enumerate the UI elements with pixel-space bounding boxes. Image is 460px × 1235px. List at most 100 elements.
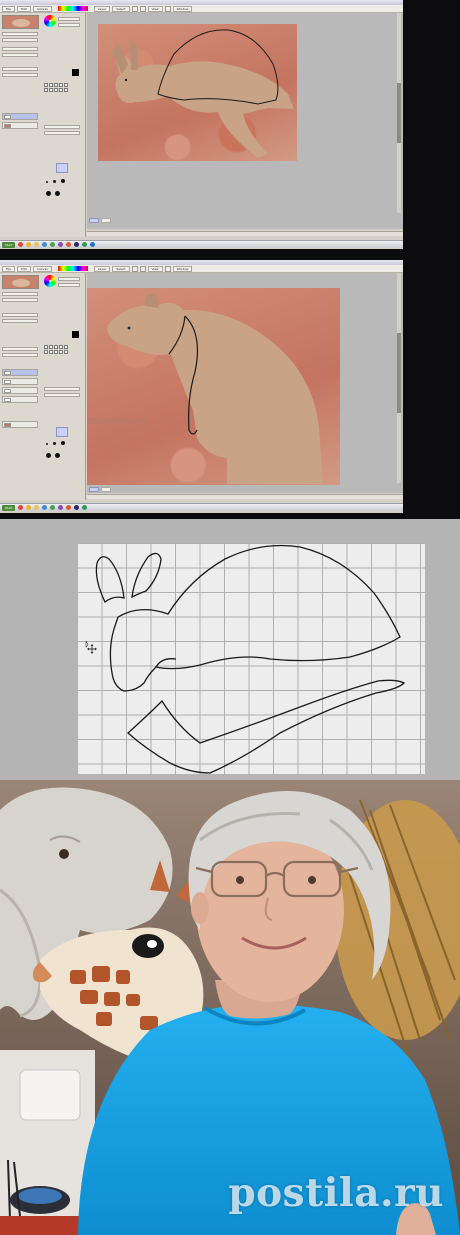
tool-button[interactable] [59, 83, 63, 87]
start-button[interactable]: Start [2, 241, 16, 248]
brush-size-field[interactable] [44, 387, 80, 391]
canvas-tab-active[interactable] [89, 487, 99, 492]
menu-select[interactable]: Select [112, 265, 130, 272]
brush-preview[interactable] [56, 427, 68, 437]
layer-option[interactable] [2, 353, 38, 357]
layer-row[interactable] [2, 396, 38, 403]
layer-row[interactable] [2, 378, 38, 385]
brush-size-dot[interactable] [46, 181, 48, 183]
color-gradient-strip[interactable] [57, 6, 88, 11]
tool-button[interactable] [64, 350, 68, 354]
app-icon[interactable] [50, 505, 56, 510]
brush-size-dot[interactable] [55, 191, 60, 196]
tool-palette[interactable] [44, 83, 68, 92]
brush-density-field[interactable] [44, 393, 80, 397]
tool-button[interactable] [64, 345, 68, 349]
toolbar-button[interactable] [131, 265, 138, 272]
tool-button[interactable] [59, 345, 63, 349]
app-icon[interactable] [82, 505, 88, 510]
menu-window[interactable]: Window [172, 5, 193, 12]
layer-row-photo[interactable] [2, 122, 38, 129]
tool-button[interactable] [44, 88, 48, 92]
tool-button[interactable] [49, 88, 53, 92]
layer-option[interactable] [2, 347, 38, 351]
brush-size-dot[interactable] [61, 441, 65, 445]
tool-button[interactable] [59, 350, 63, 354]
toolbar-button[interactable] [164, 265, 171, 272]
navigator-thumbnail[interactable] [2, 275, 39, 289]
tool-button[interactable] [59, 88, 63, 92]
menu-file[interactable]: File [2, 5, 16, 12]
app-icon[interactable] [58, 242, 64, 247]
paint-tool-icon[interactable] [74, 242, 80, 247]
brush-size-field[interactable] [44, 125, 80, 129]
color-slider[interactable] [58, 23, 80, 27]
toolbar-button[interactable] [131, 5, 138, 12]
folder-icon[interactable] [34, 505, 40, 510]
app-icon[interactable] [90, 242, 96, 247]
tool-button[interactable] [54, 345, 58, 349]
menu-edit[interactable]: Edit [17, 265, 31, 272]
layer-row-outline[interactable] [2, 369, 38, 376]
toolbar-button[interactable] [139, 5, 146, 12]
rotate-field[interactable] [2, 298, 38, 302]
layer-option[interactable] [2, 67, 38, 71]
opacity-slider[interactable] [2, 47, 38, 51]
tool-button[interactable] [44, 350, 48, 354]
navigator-thumbnail[interactable] [2, 15, 39, 29]
brush-density-field[interactable] [44, 131, 80, 135]
menu-edit[interactable]: Edit [17, 5, 31, 12]
layer-row[interactable] [2, 387, 38, 394]
primary-color-swatch[interactable] [72, 331, 79, 338]
menu-select[interactable]: Select [112, 5, 130, 12]
canvas-tab-active[interactable] [89, 218, 99, 223]
vertical-scrollbar[interactable] [397, 13, 401, 213]
canvas-area[interactable] [87, 273, 403, 493]
tool-button[interactable] [49, 83, 53, 87]
menu-view[interactable]: View [147, 265, 163, 272]
menu-canvas[interactable]: Canvas [32, 5, 52, 12]
tool-palette[interactable] [44, 345, 68, 354]
paint-tool-icon[interactable] [74, 505, 80, 510]
tool-button[interactable] [54, 88, 58, 92]
canvas-tab[interactable] [101, 218, 111, 223]
app-icon[interactable] [82, 242, 88, 247]
canvas-tab[interactable] [101, 487, 111, 492]
canvas-area[interactable] [87, 13, 403, 229]
tool-button[interactable] [54, 83, 58, 87]
brush-preview[interactable] [56, 163, 68, 173]
menu-window[interactable]: Window [172, 265, 193, 272]
brush-size-dot[interactable] [46, 191, 51, 196]
vertical-scrollbar[interactable] [397, 273, 401, 483]
menu-file[interactable]: File [2, 265, 16, 272]
brush-size-dot[interactable] [53, 180, 56, 183]
brush-size-dot[interactable] [53, 442, 56, 445]
app-icon[interactable] [50, 242, 56, 247]
color-slider[interactable] [58, 277, 80, 281]
color-slider[interactable] [58, 283, 80, 287]
zoom-field[interactable] [2, 32, 38, 36]
toolbar-button[interactable] [164, 5, 171, 12]
tool-button[interactable] [64, 88, 68, 92]
browser-icon[interactable] [26, 242, 32, 247]
primary-color-swatch[interactable] [72, 69, 79, 76]
brush-size-dot[interactable] [46, 443, 48, 445]
menu-view[interactable]: View [147, 5, 163, 12]
brush-size-dot[interactable] [61, 179, 65, 183]
app-icon[interactable] [58, 505, 64, 510]
brush-size-dot[interactable] [46, 453, 51, 458]
color-wheel-icon[interactable] [44, 15, 56, 27]
layer-row-photo[interactable] [2, 421, 38, 428]
app-icon[interactable] [42, 505, 48, 510]
tool-button[interactable] [49, 345, 53, 349]
blend-mode-select[interactable] [2, 319, 38, 323]
brush-size-dot[interactable] [55, 453, 60, 458]
browser-icon[interactable] [18, 505, 24, 510]
app-icon[interactable] [66, 242, 72, 247]
app-icon[interactable] [42, 242, 48, 247]
tool-button[interactable] [54, 350, 58, 354]
layer-row-outline[interactable] [2, 113, 38, 120]
tool-button[interactable] [44, 83, 48, 87]
tool-button[interactable] [44, 345, 48, 349]
color-wheel-icon[interactable] [44, 275, 56, 287]
